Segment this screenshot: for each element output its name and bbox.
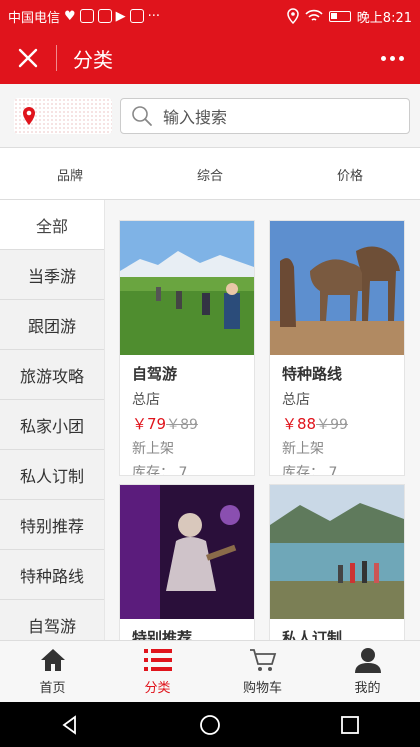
product-tag: 新上架 bbox=[282, 441, 324, 457]
product-old-price: ￥99 bbox=[316, 417, 348, 433]
more-dots: ··· bbox=[147, 8, 161, 24]
mail-icon bbox=[97, 9, 112, 23]
product-price-row: ￥79￥89 bbox=[132, 413, 242, 434]
back-icon[interactable] bbox=[59, 714, 81, 736]
product-title: 私人订制 bbox=[282, 629, 343, 640]
sort-brand[interactable]: 品牌 bbox=[0, 149, 140, 199]
sidebar-item-all[interactable]: 全部 bbox=[0, 200, 104, 250]
wifi-icon bbox=[305, 9, 323, 21]
app-icon bbox=[79, 9, 94, 23]
product-stock: 库存： 7 bbox=[132, 465, 188, 476]
clock: 晚上8:21 bbox=[356, 10, 412, 26]
product-image-hiking bbox=[120, 221, 254, 355]
sidebar-item-custom[interactable]: 私人订制 bbox=[0, 450, 104, 500]
sort-price[interactable]: 价格 bbox=[280, 149, 420, 199]
home-circle-icon[interactable] bbox=[199, 714, 221, 736]
product-card[interactable]: 私人订制 bbox=[269, 484, 405, 640]
product-price: ￥88 bbox=[282, 415, 317, 433]
sort-bar: 品牌 综合 价格 bbox=[0, 149, 420, 200]
sidebar-item-self-drive[interactable]: 自驾游 bbox=[0, 600, 104, 640]
sidebar-item-special-route[interactable]: 特种路线 bbox=[0, 550, 104, 600]
product-stock: 库存： 7 bbox=[282, 465, 338, 476]
product-image-camels bbox=[270, 221, 404, 355]
location-selector[interactable] bbox=[14, 97, 112, 134]
tab-cart-label: 购物车 bbox=[242, 681, 282, 696]
product-image-lake bbox=[270, 485, 404, 619]
title-bar: 分类 bbox=[0, 32, 420, 84]
bottom-tab-bar: 首页 分类 购物车 我的 bbox=[0, 640, 420, 702]
carrier-label: 中国电信 bbox=[8, 10, 61, 26]
product-image-musician bbox=[120, 485, 254, 619]
system-nav-bar bbox=[0, 702, 420, 747]
image-icon bbox=[129, 9, 144, 23]
more-button[interactable] bbox=[364, 32, 420, 84]
product-area: 自驾游 总店 ￥79￥89 新上架 库存： 7 特种路线 总店 ￥88￥99 新… bbox=[105, 200, 420, 640]
sidebar-item-guide[interactable]: 旅游攻略 bbox=[0, 350, 104, 400]
product-title: 自驾游 bbox=[132, 365, 178, 383]
user-icon bbox=[354, 648, 381, 673]
product-title: 特别推荐 bbox=[132, 629, 193, 640]
tab-home[interactable]: 首页 bbox=[0, 641, 105, 702]
search-input[interactable]: 输入搜索 bbox=[120, 97, 410, 134]
tab-home-label: 首页 bbox=[39, 681, 66, 696]
product-tag: 新上架 bbox=[132, 441, 174, 457]
product-old-price: ￥89 bbox=[166, 417, 198, 433]
page-title: 分类 bbox=[73, 47, 113, 72]
sidebar-item-private-group[interactable]: 私家小团 bbox=[0, 400, 104, 450]
product-price: ￥79 bbox=[132, 415, 167, 433]
product-price-row: ￥88￥99 bbox=[282, 413, 392, 434]
close-button[interactable] bbox=[0, 32, 56, 84]
sort-overall[interactable]: 综合 bbox=[140, 149, 280, 199]
category-icon bbox=[143, 649, 172, 671]
tab-mine[interactable]: 我的 bbox=[315, 641, 420, 702]
cart-icon bbox=[249, 649, 276, 671]
tab-cart[interactable]: 购物车 bbox=[210, 641, 315, 702]
sidebar-item-recommended[interactable]: 特别推荐 bbox=[0, 500, 104, 550]
play-icon: ▶ bbox=[115, 8, 126, 24]
location-pin-icon bbox=[23, 106, 35, 125]
tab-category[interactable]: 分类 bbox=[105, 641, 210, 702]
home-icon bbox=[40, 649, 65, 671]
search-row: 输入搜索 bbox=[0, 84, 420, 148]
status-bar: 中国电信 ♥ ▶ ··· 晚上8:21 bbox=[0, 0, 420, 32]
product-shop: 总店 bbox=[132, 392, 160, 408]
more-icon bbox=[380, 55, 386, 61]
heart-icon: ♥ bbox=[64, 8, 76, 24]
sidebar-item-seasonal[interactable]: 当季游 bbox=[0, 250, 104, 300]
battery-icon bbox=[328, 10, 351, 22]
product-card[interactable]: 特种路线 总店 ￥88￥99 新上架 库存： 7 bbox=[269, 220, 405, 476]
sidebar-item-group-tour[interactable]: 跟团游 bbox=[0, 300, 104, 350]
close-icon bbox=[18, 48, 38, 68]
product-card[interactable]: 特别推荐 bbox=[119, 484, 255, 640]
tab-mine-label: 我的 bbox=[354, 681, 381, 696]
search-icon bbox=[132, 105, 152, 126]
product-card[interactable]: 自驾游 总店 ￥79￥89 新上架 库存： 7 bbox=[119, 220, 255, 476]
tab-category-label: 分类 bbox=[144, 681, 171, 696]
title-divider bbox=[56, 45, 57, 71]
product-shop: 总店 bbox=[282, 392, 310, 408]
search-placeholder: 输入搜索 bbox=[163, 107, 228, 127]
category-sidebar: 全部 当季游 跟团游 旅游攻略 私家小团 私人订制 特别推荐 特种路线 自驾游 bbox=[0, 200, 105, 640]
recents-icon[interactable] bbox=[339, 714, 361, 736]
location-icon bbox=[287, 8, 299, 24]
product-title: 特种路线 bbox=[282, 365, 343, 383]
